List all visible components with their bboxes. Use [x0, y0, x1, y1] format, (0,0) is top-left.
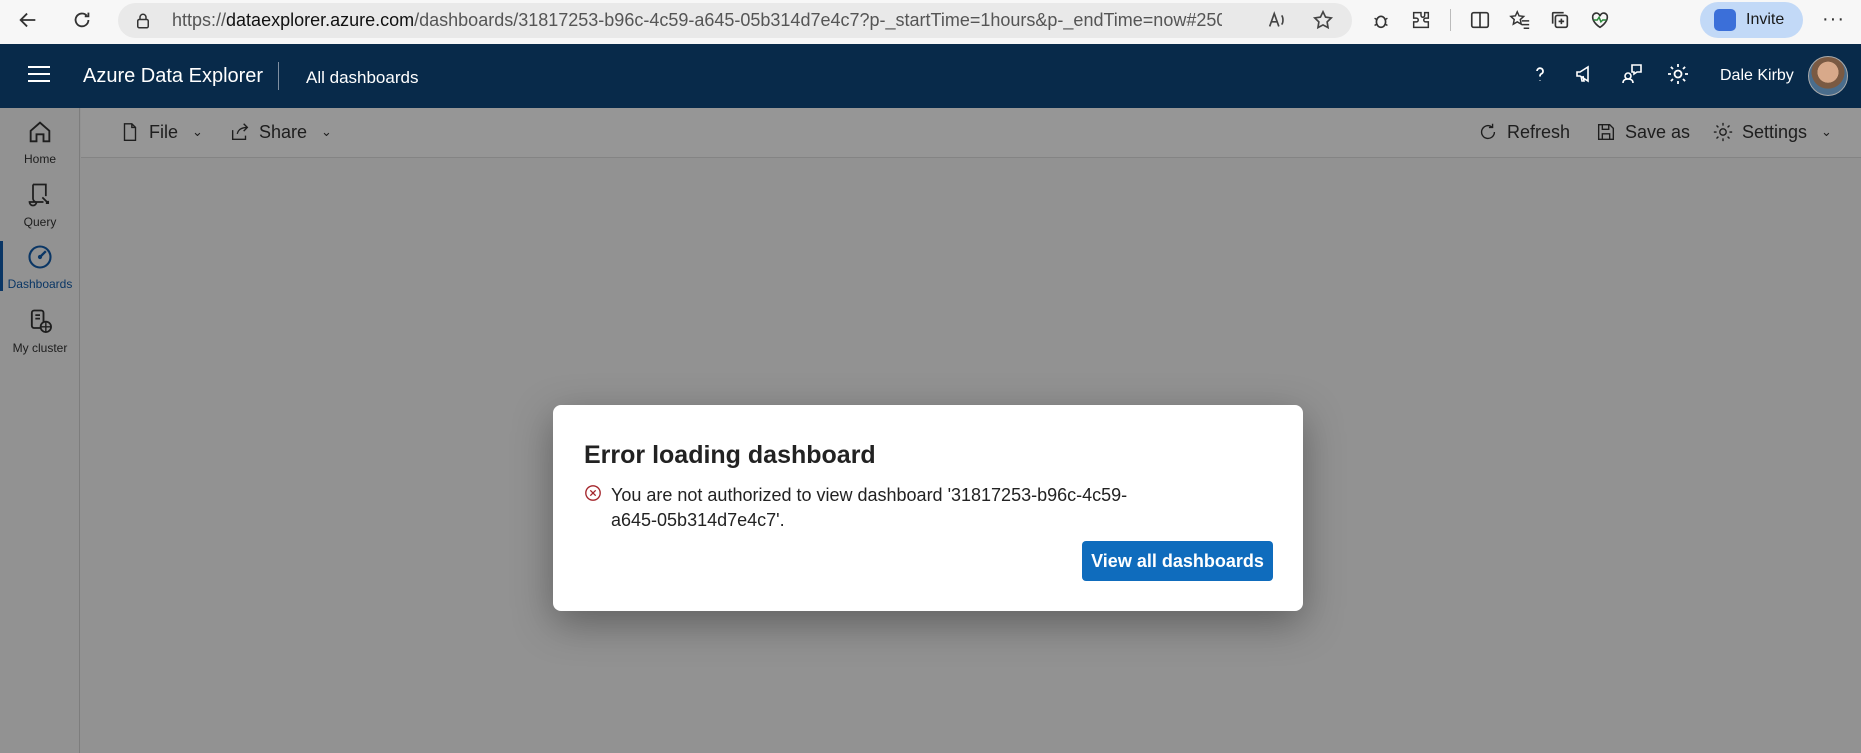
settings-gear-icon[interactable]	[1666, 62, 1690, 86]
reload-button[interactable]	[62, 0, 102, 40]
error-dialog: Error loading dashboard You are not auth…	[553, 405, 1303, 611]
back-button[interactable]	[8, 0, 48, 40]
read-aloud-icon[interactable]	[1266, 9, 1288, 31]
favorites-icon[interactable]	[1509, 9, 1531, 31]
browser-more-button[interactable]: ···	[1822, 8, 1845, 31]
extensions-puzzle-icon[interactable]	[1410, 9, 1432, 31]
view-all-dashboards-button[interactable]: View all dashboards	[1082, 541, 1273, 581]
split-screen-icon[interactable]	[1469, 9, 1491, 31]
browser-essentials-icon[interactable]	[1589, 9, 1611, 31]
dialog-title: Error loading dashboard	[584, 441, 876, 469]
invite-button[interactable]: Invite	[1700, 2, 1803, 38]
feedback-icon[interactable]	[1620, 62, 1644, 86]
avatar[interactable]	[1808, 56, 1848, 96]
favorite-star-icon[interactable]	[1312, 9, 1334, 31]
help-icon[interactable]	[1528, 62, 1552, 86]
breadcrumb-all-dashboards[interactable]: All dashboards	[306, 68, 418, 88]
extension-bug-icon[interactable]	[1370, 9, 1392, 31]
announcements-icon[interactable]	[1574, 62, 1598, 86]
invite-label: Invite	[1746, 11, 1785, 28]
back-arrow-icon	[19, 12, 36, 28]
app-title[interactable]: Azure Data Explorer	[83, 65, 263, 88]
lock-icon	[137, 13, 149, 28]
collections-icon[interactable]	[1549, 9, 1571, 31]
dialog-message: You are not authorized to view dashboard…	[611, 485, 1128, 530]
hamburger-menu-icon[interactable]	[28, 66, 50, 84]
invite-icon	[1714, 9, 1736, 31]
error-circle-icon	[585, 485, 601, 501]
browser-toolbar: https://dataexplorer.azure.com/dashboard…	[0, 0, 1861, 44]
address-bar[interactable]: https://dataexplorer.azure.com/dashboard…	[118, 3, 1352, 38]
app-header: Azure Data Explorer All dashboards Dale …	[0, 44, 1861, 108]
reload-icon	[74, 12, 90, 28]
url-text: https://dataexplorer.azure.com/dashboard…	[172, 10, 1222, 30]
user-name[interactable]: Dale Kirby	[1720, 67, 1794, 85]
header-divider	[278, 62, 279, 90]
